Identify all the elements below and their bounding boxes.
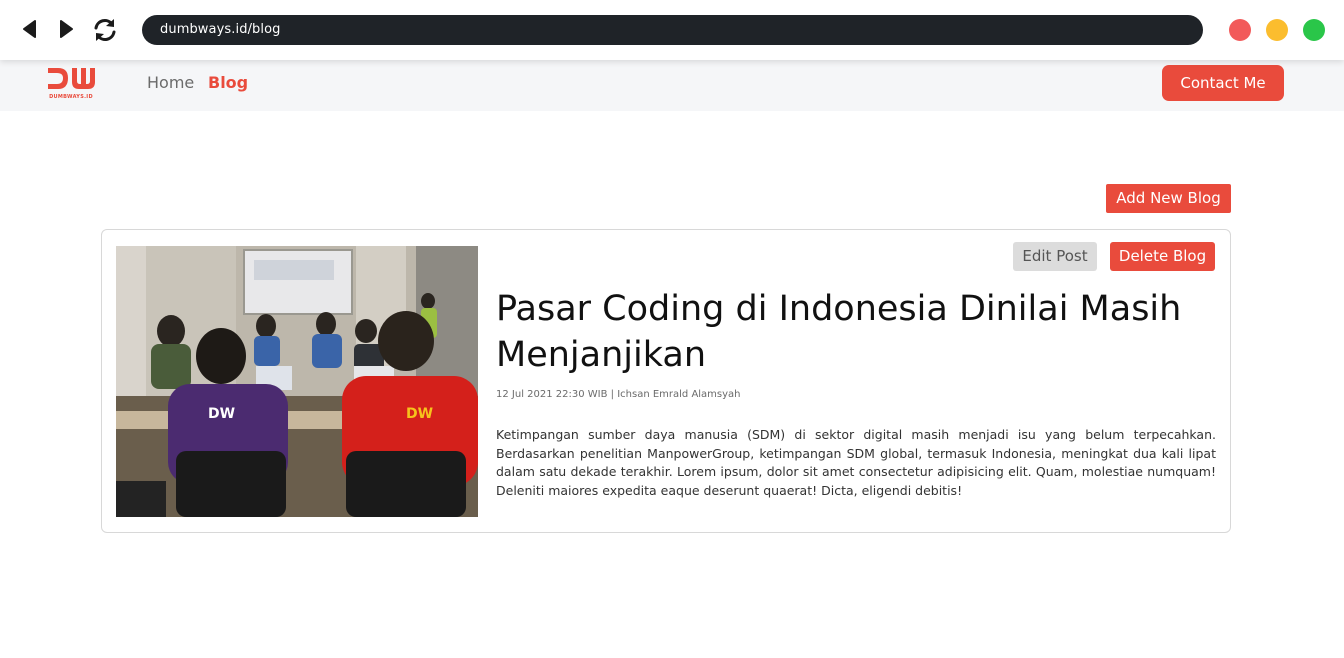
address-bar[interactable]: dumbways.id/blog bbox=[142, 15, 1203, 45]
svg-text:DW: DW bbox=[208, 406, 235, 422]
svg-text:DW: DW bbox=[406, 406, 433, 422]
blog-card: DW DW Edit Post Delete Blog Pasar Coding… bbox=[101, 229, 1231, 533]
reload-icon[interactable] bbox=[90, 15, 120, 45]
add-new-blog-button[interactable]: Add New Blog bbox=[1106, 184, 1231, 213]
window-maximize-button[interactable] bbox=[1303, 19, 1325, 41]
delete-blog-button[interactable]: Delete Blog bbox=[1110, 242, 1215, 271]
site-navbar: DUMBWAYS.ID Home Blog Contact Me bbox=[0, 60, 1344, 111]
edit-post-button[interactable]: Edit Post bbox=[1013, 242, 1097, 271]
url-text: dumbways.id/blog bbox=[160, 22, 281, 37]
blog-post-title[interactable]: Pasar Coding di Indonesia Dinilai Masih … bbox=[496, 286, 1196, 378]
dumbways-logo[interactable]: DUMBWAYS.ID bbox=[46, 65, 96, 101]
blog-thumbnail-image: DW DW bbox=[116, 246, 478, 517]
classroom-photo-icon: DW DW bbox=[116, 246, 478, 517]
window-minimize-button[interactable] bbox=[1266, 19, 1288, 41]
contact-me-button[interactable]: Contact Me bbox=[1162, 65, 1284, 101]
blog-post-excerpt: Ketimpangan sumber daya manusia (SDM) di… bbox=[496, 427, 1216, 498]
browser-toolbar: dumbways.id/blog bbox=[0, 0, 1344, 60]
blog-post-meta: 12 Jul 2021 22:30 WIB | Ichsan Emrald Al… bbox=[496, 389, 741, 400]
logo-mark-icon bbox=[48, 68, 95, 89]
browser-window: dumbways.id/blog DUMBWAYS.ID Home Blog C… bbox=[0, 0, 1344, 658]
logo-subtext: DUMBWAYS.ID bbox=[49, 94, 93, 100]
window-close-button[interactable] bbox=[1229, 19, 1251, 41]
nav-link-home[interactable]: Home bbox=[147, 73, 194, 92]
forward-arrow-icon[interactable] bbox=[54, 17, 78, 41]
nav-link-blog[interactable]: Blog bbox=[208, 73, 248, 92]
back-arrow-icon[interactable] bbox=[18, 17, 42, 41]
